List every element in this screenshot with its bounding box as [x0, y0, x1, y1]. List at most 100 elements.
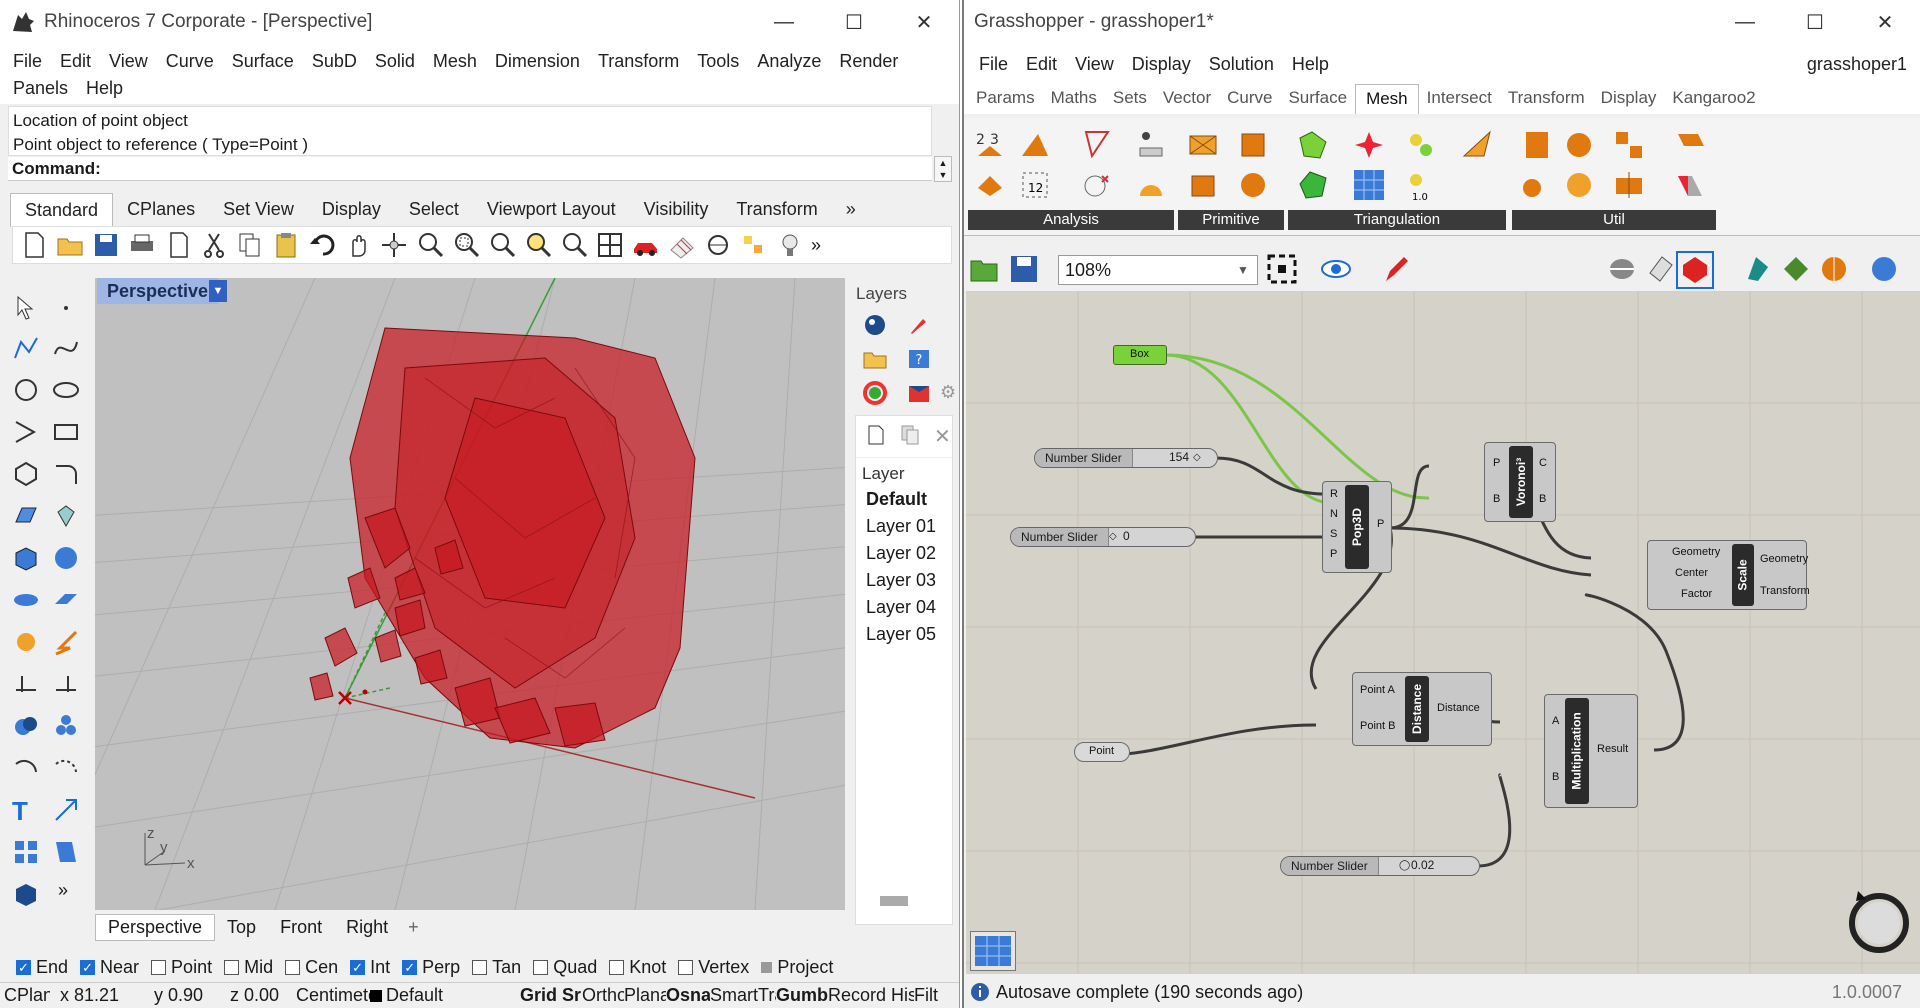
mesh-analysis-icon[interactable]: 23: [974, 128, 1008, 162]
tab-select[interactable]: Select: [395, 193, 473, 227]
materials-icon[interactable]: [862, 380, 888, 406]
panel-settings-icon[interactable]: ⚙: [940, 382, 956, 403]
zoom-window-icon[interactable]: [451, 230, 481, 260]
cylinder-tool-icon[interactable]: [12, 586, 40, 614]
viewport-tab-perspective[interactable]: Perspective: [95, 913, 216, 941]
edit-tool-icon[interactable]: [52, 838, 80, 866]
layer-item-default[interactable]: Default: [856, 486, 952, 513]
tab-cplanes[interactable]: CPlanes: [113, 193, 209, 227]
zoom-selected-icon[interactable]: [523, 230, 553, 260]
menu-view[interactable]: View: [100, 48, 157, 75]
gh-menu-file[interactable]: File: [970, 51, 1017, 78]
ribbon-group-label[interactable]: Primitive: [1178, 210, 1284, 230]
mesh-util-g-icon[interactable]: [1612, 168, 1646, 202]
gh-tab-params[interactable]: Params: [968, 84, 1043, 114]
render-car-icon[interactable]: [631, 230, 661, 260]
circle-tool-icon[interactable]: [12, 376, 40, 404]
undo-icon[interactable]: [307, 230, 337, 260]
tab-viewport-layout[interactable]: Viewport Layout: [473, 193, 630, 227]
osnap-perp[interactable]: ✓ Perp: [402, 957, 460, 978]
gh-scale-component[interactable]: Geometry Center Factor Scale Geometry Tr…: [1647, 540, 1810, 610]
dimension-tool-icon[interactable]: [12, 670, 40, 698]
new-layer-icon[interactable]: [866, 424, 886, 449]
gh-number-slider-1[interactable]: Number Slider 154 ◇: [1034, 448, 1218, 468]
render-d-icon[interactable]: [1868, 253, 1900, 285]
mesh-util-e-icon[interactable]: [1520, 168, 1554, 202]
command-scrollbar[interactable]: ▲ ▼: [934, 156, 952, 182]
status-smarttrack[interactable]: SmartTra: [710, 985, 776, 1006]
status-gumball[interactable]: Gumb: [776, 985, 828, 1006]
gh-tab-sets[interactable]: Sets: [1105, 84, 1155, 114]
polyline-tool-icon[interactable]: [12, 334, 40, 362]
solid-tool-icon[interactable]: [12, 880, 40, 908]
tab-transform[interactable]: Transform: [722, 193, 831, 227]
menu-analyze[interactable]: Analyze: [748, 48, 830, 75]
move-tool-icon[interactable]: [52, 628, 80, 656]
undo-view-icon[interactable]: [559, 230, 589, 260]
menu-mesh[interactable]: Mesh: [424, 48, 486, 75]
mesh-sphere-icon[interactable]: [1236, 168, 1270, 202]
mesh-depth-icon[interactable]: [974, 168, 1008, 202]
viewport-tab-top[interactable]: Top: [215, 915, 268, 940]
facet-dome-icon[interactable]: [1352, 128, 1386, 162]
surface-tool-icon[interactable]: [12, 502, 40, 530]
tab-set-view[interactable]: Set View: [209, 193, 308, 227]
import-icon[interactable]: [163, 230, 193, 260]
cut-icon[interactable]: [199, 230, 229, 260]
menu-curve[interactable]: Curve: [157, 48, 223, 75]
osnap-end[interactable]: ✓ End: [16, 957, 68, 978]
slider-3-grip-icon[interactable]: ◯: [1399, 860, 1410, 871]
copy-layer-icon[interactable]: [900, 424, 920, 449]
help-panel-icon[interactable]: ?: [906, 346, 932, 372]
voronoi-cells-icon[interactable]: [1352, 168, 1386, 202]
select-tool-icon[interactable]: [12, 294, 40, 322]
gh-minimize-icon[interactable]: —: [1710, 11, 1780, 34]
osnap-mid[interactable]: Mid: [224, 957, 273, 978]
layer-item-03[interactable]: Layer 03: [856, 567, 952, 594]
lights-icon[interactable]: [739, 230, 769, 260]
boolean-tool-icon[interactable]: [12, 712, 40, 740]
gh-tab-kangaroo2[interactable]: Kangaroo2: [1664, 84, 1763, 114]
group-tool-icon[interactable]: [52, 712, 80, 740]
viewport-menu-dropdown[interactable]: ▼: [209, 280, 227, 302]
gh-tab-vector[interactable]: Vector: [1155, 84, 1219, 114]
orient-tool-icon[interactable]: [52, 754, 80, 782]
menu-panels[interactable]: Panels: [4, 75, 77, 102]
command-line[interactable]: Command:: [8, 157, 932, 181]
gh-tab-intersect[interactable]: Intersect: [1419, 84, 1500, 114]
menu-help[interactable]: Help: [77, 75, 132, 102]
menu-subd[interactable]: SubD: [303, 48, 366, 75]
gh-close-icon[interactable]: ✕: [1850, 10, 1920, 35]
gh-menu-display[interactable]: Display: [1123, 51, 1200, 78]
ribbon-group-label[interactable]: Analysis: [968, 210, 1174, 230]
gh-maximize-icon[interactable]: ☐: [1780, 10, 1850, 35]
gh-menu-view[interactable]: View: [1066, 51, 1123, 78]
rotate-view-icon[interactable]: [379, 230, 409, 260]
layer-item-01[interactable]: Layer 01: [856, 513, 952, 540]
new-file-icon[interactable]: [19, 230, 49, 260]
mesh-inclusion-icon[interactable]: [1134, 128, 1168, 162]
preview-selected-icon[interactable]: [1676, 251, 1714, 289]
ribbon-group-label[interactable]: Triangulation: [1288, 210, 1506, 230]
mesh-plane-icon[interactable]: [1186, 168, 1220, 202]
rendering-brush-icon[interactable]: [906, 312, 932, 338]
mesh-util-d-icon[interactable]: [1674, 128, 1708, 162]
properties-icon[interactable]: [862, 312, 888, 338]
scale-tool-icon[interactable]: [52, 796, 80, 824]
gh-distance-component[interactable]: Point A Point B Distance Distance: [1352, 672, 1492, 746]
zoom-dynamic-icon[interactable]: [415, 230, 445, 260]
maximize-icon[interactable]: ☐: [819, 10, 889, 35]
gh-tab-maths[interactable]: Maths: [1043, 84, 1105, 114]
gh-number-slider-3[interactable]: Number Slider ◯ 0.02: [1280, 856, 1480, 876]
osnap-quad[interactable]: Quad: [533, 957, 597, 978]
mesh-util-b-icon[interactable]: [1562, 128, 1596, 162]
mesh-faces-icon[interactable]: 12: [1018, 168, 1052, 202]
gh-point-param[interactable]: Point: [1074, 742, 1130, 762]
gh-number-slider-2[interactable]: Number Slider ◇ 0: [1010, 527, 1196, 547]
gh-canvas-thumbnail-icon[interactable]: [970, 931, 1016, 971]
render-b-icon[interactable]: [1780, 253, 1812, 285]
gh-menu-help[interactable]: Help: [1283, 51, 1338, 78]
add-viewport-icon[interactable]: +: [400, 915, 427, 940]
menu-tools[interactable]: Tools: [688, 48, 748, 75]
gh-menu-edit[interactable]: Edit: [1017, 51, 1066, 78]
